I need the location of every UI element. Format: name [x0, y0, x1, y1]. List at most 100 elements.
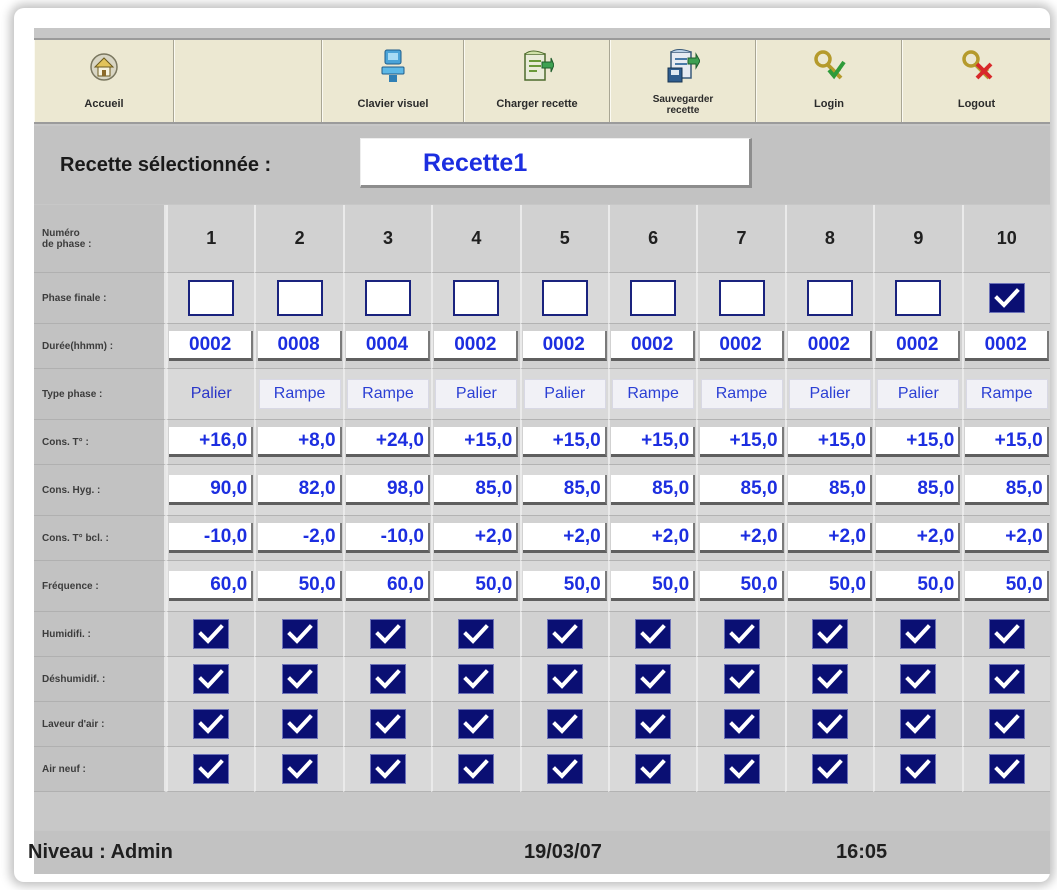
humidifier-checkbox[interactable]: [900, 619, 937, 649]
humidity-setpoint-field[interactable]: 85,0: [699, 475, 784, 505]
duration-field[interactable]: 0002: [787, 331, 872, 361]
frequency-field[interactable]: 50,0: [787, 571, 872, 601]
frequency-field[interactable]: 50,0: [611, 571, 696, 601]
phase-type-selector[interactable]: Rampe: [258, 379, 341, 409]
dehumidifier-checkbox[interactable]: [193, 664, 230, 694]
dehumidifier-checkbox[interactable]: [811, 664, 848, 694]
loop-temp-setpoint-field[interactable]: +2,0: [522, 523, 607, 553]
fresh-air-checkbox[interactable]: [900, 754, 937, 784]
loop-temp-setpoint-field[interactable]: +2,0: [787, 523, 872, 553]
phase-type-selector[interactable]: Palier: [170, 379, 252, 409]
frequency-field[interactable]: 50,0: [257, 571, 342, 601]
temp-setpoint-field[interactable]: +24,0: [345, 427, 430, 457]
final-phase-checkbox[interactable]: [895, 280, 942, 316]
fresh-air-checkbox[interactable]: [458, 754, 495, 784]
humidity-setpoint-field[interactable]: 85,0: [964, 475, 1049, 505]
logout-button[interactable]: Logout: [902, 40, 1050, 122]
dehumidifier-checkbox[interactable]: [546, 664, 583, 694]
login-button[interactable]: Login: [756, 40, 902, 122]
load-recipe-button[interactable]: Charger recette: [464, 40, 610, 122]
temp-setpoint-field[interactable]: +8,0: [257, 427, 342, 457]
loop-temp-setpoint-field[interactable]: +2,0: [876, 523, 961, 553]
phase-type-selector[interactable]: Palier: [788, 379, 871, 409]
final-phase-checkbox[interactable]: [276, 280, 323, 316]
air-washer-checkbox[interactable]: [723, 709, 760, 739]
phase-type-selector[interactable]: Rampe: [612, 379, 695, 409]
frequency-field[interactable]: 50,0: [699, 571, 784, 601]
phase-type-selector[interactable]: Rampe: [346, 379, 429, 409]
humidity-setpoint-field[interactable]: 85,0: [787, 475, 872, 505]
save-recipe-button[interactable]: Sauvegarder recette: [610, 40, 756, 122]
air-washer-checkbox[interactable]: [900, 709, 937, 739]
final-phase-checkbox[interactable]: [541, 280, 588, 316]
dehumidifier-checkbox[interactable]: [988, 664, 1025, 694]
phase-type-selector[interactable]: Rampe: [965, 379, 1048, 409]
frequency-field[interactable]: 60,0: [345, 571, 430, 601]
duration-field[interactable]: 0002: [699, 331, 784, 361]
humidifier-checkbox[interactable]: [811, 619, 848, 649]
humidity-setpoint-field[interactable]: 85,0: [611, 475, 696, 505]
phase-type-selector[interactable]: Palier: [435, 379, 518, 409]
fresh-air-checkbox[interactable]: [369, 754, 406, 784]
air-washer-checkbox[interactable]: [281, 709, 318, 739]
dehumidifier-checkbox[interactable]: [723, 664, 760, 694]
humidifier-checkbox[interactable]: [458, 619, 495, 649]
air-washer-checkbox[interactable]: [988, 709, 1025, 739]
air-washer-checkbox[interactable]: [546, 709, 583, 739]
temp-setpoint-field[interactable]: +15,0: [876, 427, 961, 457]
air-washer-checkbox[interactable]: [369, 709, 406, 739]
keyboard-button[interactable]: Clavier visuel: [322, 40, 464, 122]
air-washer-checkbox[interactable]: [193, 709, 230, 739]
dehumidifier-checkbox[interactable]: [281, 664, 318, 694]
humidifier-checkbox[interactable]: [193, 619, 230, 649]
duration-field[interactable]: 0002: [434, 331, 519, 361]
air-washer-checkbox[interactable]: [811, 709, 848, 739]
temp-setpoint-field[interactable]: +15,0: [699, 427, 784, 457]
temp-setpoint-field[interactable]: +15,0: [522, 427, 607, 457]
duration-field[interactable]: 0002: [522, 331, 607, 361]
temp-setpoint-field[interactable]: +15,0: [434, 427, 519, 457]
humidifier-checkbox[interactable]: [723, 619, 760, 649]
final-phase-checkbox[interactable]: [364, 280, 411, 316]
duration-field[interactable]: 0002: [611, 331, 696, 361]
phase-type-selector[interactable]: Palier: [877, 379, 960, 409]
loop-temp-setpoint-field[interactable]: +2,0: [699, 523, 784, 553]
final-phase-checkbox-checked[interactable]: [988, 283, 1025, 313]
loop-temp-setpoint-field[interactable]: -10,0: [345, 523, 430, 553]
temp-setpoint-field[interactable]: +15,0: [787, 427, 872, 457]
humidifier-checkbox[interactable]: [988, 619, 1025, 649]
air-washer-checkbox[interactable]: [458, 709, 495, 739]
dehumidifier-checkbox[interactable]: [635, 664, 672, 694]
humidifier-checkbox[interactable]: [369, 619, 406, 649]
temp-setpoint-field[interactable]: +15,0: [964, 427, 1049, 457]
frequency-field[interactable]: 50,0: [876, 571, 961, 601]
fresh-air-checkbox[interactable]: [193, 754, 230, 784]
final-phase-checkbox[interactable]: [453, 280, 500, 316]
dehumidifier-checkbox[interactable]: [369, 664, 406, 694]
loop-temp-setpoint-field[interactable]: -2,0: [257, 523, 342, 553]
selected-recipe-field[interactable]: Recette1: [360, 138, 752, 188]
duration-field[interactable]: 0004: [345, 331, 430, 361]
duration-field[interactable]: 0002: [964, 331, 1049, 361]
final-phase-checkbox[interactable]: [718, 280, 765, 316]
final-phase-checkbox[interactable]: [188, 280, 235, 316]
frequency-field[interactable]: 60,0: [169, 571, 254, 601]
fresh-air-checkbox[interactable]: [723, 754, 760, 784]
loop-temp-setpoint-field[interactable]: +2,0: [434, 523, 519, 553]
humidity-setpoint-field[interactable]: 90,0: [169, 475, 254, 505]
humidity-setpoint-field[interactable]: 82,0: [257, 475, 342, 505]
fresh-air-checkbox[interactable]: [811, 754, 848, 784]
loop-temp-setpoint-field[interactable]: +2,0: [611, 523, 696, 553]
humidity-setpoint-field[interactable]: 98,0: [345, 475, 430, 505]
loop-temp-setpoint-field[interactable]: +2,0: [964, 523, 1049, 553]
fresh-air-checkbox[interactable]: [988, 754, 1025, 784]
duration-field[interactable]: 0002: [876, 331, 961, 361]
duration-field[interactable]: 0008: [257, 331, 342, 361]
final-phase-checkbox[interactable]: [806, 280, 853, 316]
home-button[interactable]: Accueil: [34, 40, 174, 122]
fresh-air-checkbox[interactable]: [546, 754, 583, 784]
fresh-air-checkbox[interactable]: [635, 754, 672, 784]
air-washer-checkbox[interactable]: [635, 709, 672, 739]
humidity-setpoint-field[interactable]: 85,0: [522, 475, 607, 505]
frequency-field[interactable]: 50,0: [522, 571, 607, 601]
